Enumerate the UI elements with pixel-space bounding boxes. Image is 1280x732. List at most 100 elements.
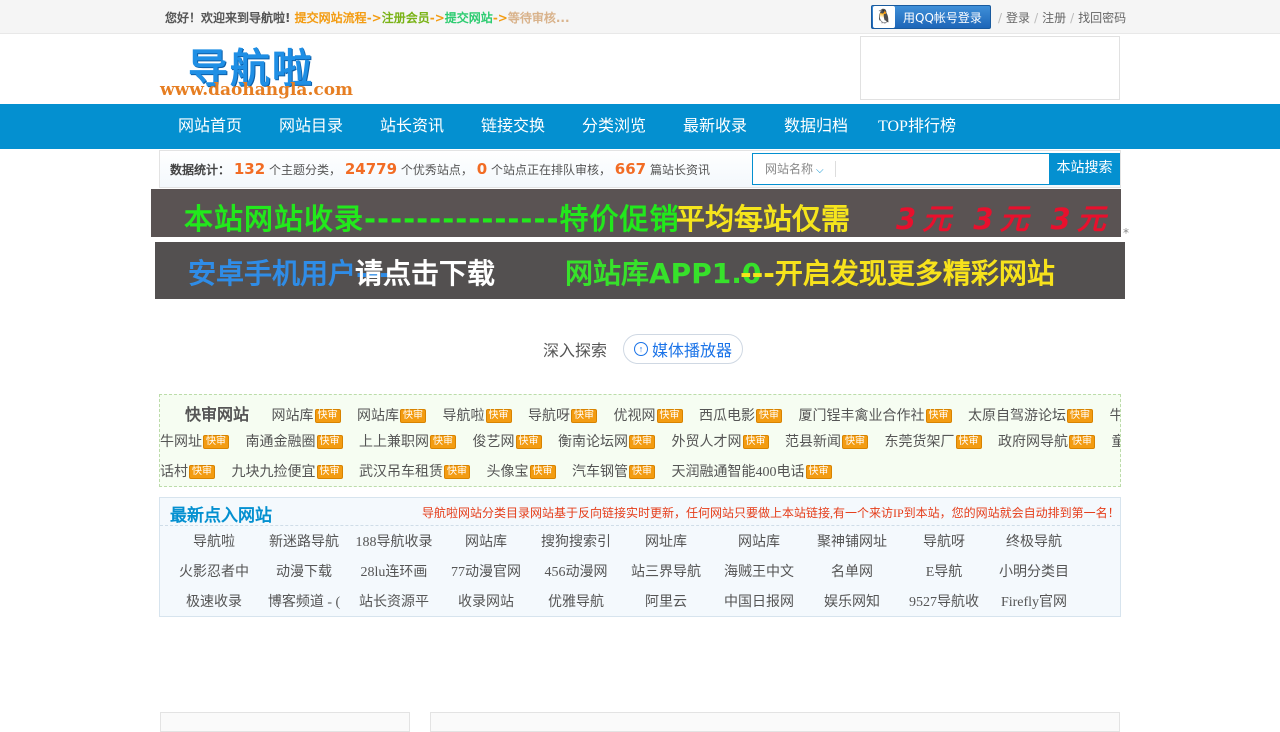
nav-link-exchange[interactable]: 链接交换 xyxy=(463,104,564,149)
qq-login-label: 用QQ帐号登录 xyxy=(903,10,982,25)
forgot-password-link[interactable]: 找回密码 xyxy=(1078,11,1126,25)
nav-top-ranking[interactable]: TOP排行榜 xyxy=(860,104,974,149)
latest-site-link[interactable]: 导航啦 xyxy=(170,528,258,558)
quick-site-link[interactable]: 西瓜电影 快审 xyxy=(699,405,783,425)
quick-site-link[interactable]: 南通金融圈 快审 xyxy=(246,431,343,451)
latest-site-link[interactable]: 中国日报网 xyxy=(715,588,803,618)
register-link[interactable]: 注册 xyxy=(1042,11,1066,25)
account-links: / 登录 / 注册 / 找回密码 xyxy=(998,11,1127,25)
quick-review-title: 快审网站 xyxy=(185,405,250,424)
latest-site-link[interactable]: 77动漫官网 xyxy=(442,558,530,588)
latest-site-link[interactable]: 188导航收录 xyxy=(350,528,438,558)
latest-site-link[interactable]: 海贼王中文 xyxy=(715,558,803,588)
quick-site-link[interactable]: 天润融通智能400电话 快审 xyxy=(672,461,832,481)
circle-up-arrow-icon: ↑ xyxy=(634,342,649,356)
latest-site-link[interactable]: 娱乐网知 xyxy=(808,588,896,618)
latest-site-link[interactable]: 站长资源平 xyxy=(350,588,438,618)
quick-row-3: 话村 快审 九块九捡便宜 快审 武汉吊车租赁 快审 头像宝 快审 汽车钢管 快审 天润融通… xyxy=(160,461,845,481)
quick-site-link[interactable]: 东莞货架厂 快审 xyxy=(885,431,982,451)
nav-webmaster-news[interactable]: 站长资讯 xyxy=(362,104,463,149)
latest-site-link[interactable]: 动漫下载 xyxy=(260,558,348,588)
quick-site-link[interactable]: 俊艺网 快审 xyxy=(473,431,542,451)
latest-site-link[interactable]: 聚神铺网址 xyxy=(808,528,896,558)
latest-site-link[interactable]: 搜狗搜索引 xyxy=(532,528,620,558)
latest-site-link[interactable]: 博客频道 - ( xyxy=(260,588,348,618)
promo-banner-listing[interactable]: 本站网站收录---------------特价促销 平均每站仅需 3元 3元 3… xyxy=(151,189,1121,237)
site-search: 网站名称 ⌵ 本站搜索 xyxy=(752,153,1120,185)
quick-site-link[interactable]: 汽车钢管 快审 xyxy=(572,461,655,481)
left-panel xyxy=(160,712,410,732)
top-bar: 您好！欢迎来到导航啦! 提交网站流程->注册会员->提交网站->等待审核... … xyxy=(0,0,1280,34)
latest-sites-title: 最新点入网站 xyxy=(170,506,272,526)
quick-site-link[interactable]: 外贸人才网 快审 xyxy=(672,431,769,451)
search-type-select[interactable]: 网站名称 ⌵ xyxy=(753,154,835,184)
step-wait-review: 等待审核... xyxy=(507,11,570,25)
nav-category-browse[interactable]: 分类浏览 xyxy=(564,104,665,149)
latest-site-link[interactable]: 导航呀 xyxy=(900,528,988,558)
latest-site-link[interactable]: E导航 xyxy=(900,558,988,588)
latest-site-link[interactable]: 小明分类目 xyxy=(990,558,1078,588)
latest-site-link[interactable]: 新迷路导航 xyxy=(260,528,348,558)
step-register[interactable]: 注册会员 xyxy=(382,11,430,25)
quick-site-link[interactable]: 九块九捡便宜 快审 xyxy=(232,461,343,481)
quick-site-link[interactable]: 导航呀 快审 xyxy=(528,405,598,425)
latest-site-link[interactable]: 456动漫网 xyxy=(532,558,620,588)
quick-site-link[interactable]: 太原自驾游论坛 快审 xyxy=(968,405,1094,425)
latest-site-link[interactable]: Firefly官网 xyxy=(990,588,1078,618)
quick-site-link[interactable]: 牛 xyxy=(1110,405,1120,425)
latest-site-link[interactable]: 收录网站 xyxy=(442,588,530,618)
latest-site-link[interactable]: 终极导航 xyxy=(990,528,1078,558)
latest-site-link[interactable]: 极速收录 xyxy=(170,588,258,618)
promo-banner-app[interactable]: 安卓手机用户--- 请点击下载 网站库APP1.0 ---开启发现更多精彩网站 xyxy=(155,242,1125,299)
media-player-pill[interactable]: ↑ 媒体播放器 xyxy=(623,334,744,364)
quick-site-link[interactable]: 上上兼职网 快审 xyxy=(359,431,456,451)
explore-suggestion: 深入探索 ↑ 媒体播放器 xyxy=(543,334,744,364)
step-submit-site[interactable]: 提交网站 xyxy=(445,11,493,25)
latest-site-link[interactable]: 火影忍者中 xyxy=(170,558,258,588)
stat-articles: 667 xyxy=(614,160,647,178)
latest-site-link[interactable]: 网站库 xyxy=(442,528,530,558)
header-ad-slot xyxy=(860,36,1120,100)
welcome-text: 您好！欢迎来到导航啦! 提交网站流程->注册会员->提交网站->等待审核... xyxy=(165,11,570,25)
qq-login-button[interactable]: 🐧 用QQ帐号登录 xyxy=(871,5,991,29)
quick-site-link[interactable]: 政府网导航 快审 xyxy=(998,431,1095,451)
quick-site-link[interactable]: 厦门锃丰禽业合作社 快审 xyxy=(799,405,952,425)
latest-site-link[interactable]: 阿里云 xyxy=(622,588,710,618)
nav-directory[interactable]: 网站目录 xyxy=(261,104,362,149)
quick-site-link[interactable]: 优视网 快审 xyxy=(614,405,683,425)
nav-latest[interactable]: 最新收录 xyxy=(665,104,766,149)
quick-site-link[interactable]: 牛网址 快审 xyxy=(160,431,229,451)
quick-site-link[interactable]: 童 xyxy=(1112,431,1121,451)
latest-site-link[interactable]: 28lu连环画 xyxy=(350,558,438,588)
qq-penguin-icon: 🐧 xyxy=(873,6,895,28)
nav-archive[interactable]: 数据归档 xyxy=(766,104,860,149)
site-logo[interactable]: 导航啦 www.daohangla.com xyxy=(160,36,360,102)
site-stats: 数据统计： 132 个主题分类， 24779 个优秀站点， 0 个站点正在排队审… xyxy=(170,160,710,178)
quick-site-link[interactable]: 头像宝 快审 xyxy=(487,461,556,481)
quick-site-link[interactable]: 网站库 快审 xyxy=(357,405,427,425)
latest-site-link[interactable]: 名单网 xyxy=(808,558,896,588)
nav-home[interactable]: 网站首页 xyxy=(160,104,261,149)
quick-site-link[interactable]: 话村 快审 xyxy=(160,461,215,481)
quick-row-2: 牛网址 快审 南通金融圈 快审 上上兼职网 快审 俊艺网 快审 衡南论坛网 快审 外贸人才… xyxy=(160,431,1121,451)
quick-site-link[interactable]: 衡南论坛网 快审 xyxy=(558,431,655,451)
latest-site-link[interactable]: 网址库 xyxy=(622,528,710,558)
latest-site-link[interactable]: 9527导航收 xyxy=(900,588,988,618)
latest-site-link[interactable]: 网站库 xyxy=(715,528,803,558)
latest-site-link[interactable]: 站三界导航 xyxy=(622,558,710,588)
welcome-greeting: 您好！欢迎来到导航啦! xyxy=(165,11,291,25)
quick-site-link[interactable]: 网站库 快审 xyxy=(272,405,341,425)
latest-site-link[interactable]: 优雅导航 xyxy=(532,588,620,618)
search-input[interactable] xyxy=(837,156,1037,182)
stats-bar: 数据统计： 132 个主题分类， 24779 个优秀站点， 0 个站点正在排队审… xyxy=(159,150,1121,188)
latest-sites-header: 最新点入网站 导航啦网站分类目录网站基于反向链接实时更新，任何网站只要做上本站链… xyxy=(160,498,1120,526)
quick-site-link[interactable]: 范县新闻 快审 xyxy=(785,431,868,451)
stat-pending: 0 xyxy=(476,160,488,178)
search-button[interactable]: 本站搜索 xyxy=(1049,153,1120,185)
quick-site-link[interactable]: 导航啦 快审 xyxy=(443,405,512,425)
stat-sites: 24779 xyxy=(344,160,398,178)
step-submit-process[interactable]: 提交网站流程 xyxy=(295,11,367,25)
quick-review-sites: 快审网站 网站库 快审 网站库 快审 导航啦 快审 导航呀 快审 优视网 快审 西瓜电影快… xyxy=(159,394,1121,487)
quick-site-link[interactable]: 武汉吊车租赁 快审 xyxy=(359,461,470,481)
login-link[interactable]: 登录 xyxy=(1006,11,1030,25)
